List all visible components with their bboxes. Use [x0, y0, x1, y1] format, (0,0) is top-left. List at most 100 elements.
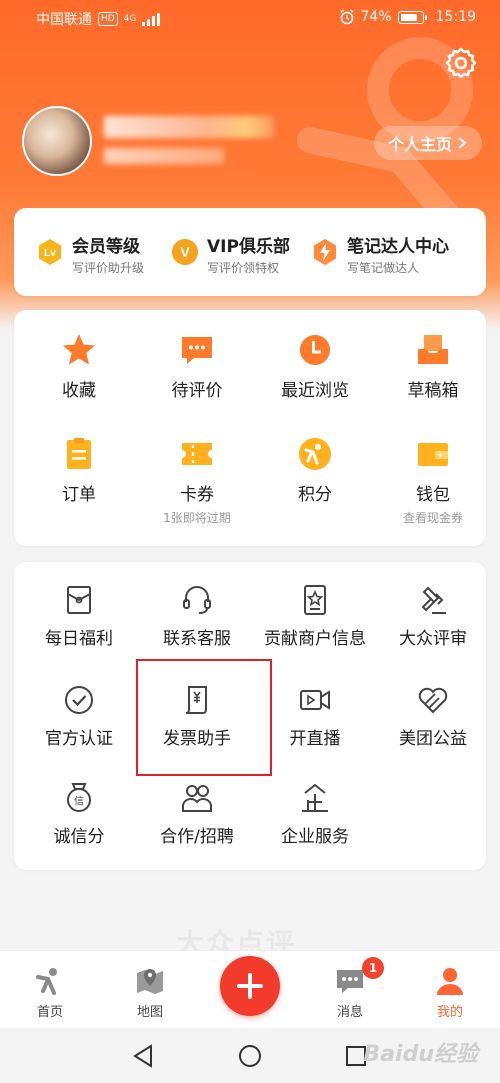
recent-browse-entry[interactable]: 最近浏览 — [256, 332, 374, 401]
charity-heart-icon — [418, 687, 448, 714]
tab-map[interactable]: 地图 — [110, 965, 190, 1020]
member-level-entry[interactable]: Lv 会员等级 写评价助升级 — [36, 230, 181, 276]
official-certification-entry[interactable]: 官方认证 — [20, 682, 138, 749]
contribute-merchant-entry[interactable]: 贡献商户信息 — [256, 582, 374, 649]
entry-label: 开直播 — [289, 729, 341, 749]
member-sub: 写评价领特权 — [207, 261, 280, 275]
customer-service-entry[interactable]: 联系客服 — [138, 582, 256, 649]
home-circle-icon[interactable] — [238, 1044, 262, 1068]
gavel-icon — [421, 586, 446, 614]
entry-label: 企业服务 — [281, 827, 349, 847]
go-live-entry[interactable]: 开直播 — [256, 682, 374, 749]
entry-label: 积分 — [298, 485, 332, 505]
favorites-entry[interactable]: 收藏 — [20, 332, 138, 401]
membership-card: Lv 会员等级 写评价助升级 V VIP俱乐部 写评价领特权 笔记达人中心 写笔… — [14, 208, 486, 296]
personal-homepage-label: 个人主页 — [387, 135, 452, 154]
meituan-charity-entry[interactable]: 美团公益 — [374, 682, 492, 749]
signal-icon — [142, 12, 161, 26]
pending-review-entry[interactable]: 待评价 — [138, 332, 256, 401]
people-icon — [182, 785, 212, 812]
battery-icon — [397, 10, 427, 24]
coupon-expiry-note: 1张即将过期 — [163, 511, 231, 525]
draft-box-entry[interactable]: 草稿箱 — [374, 332, 492, 401]
user-info-blurred — [104, 148, 224, 164]
credit-score-entry[interactable]: 信 诚信分 — [20, 780, 138, 847]
entry-label: 收藏 — [62, 381, 96, 401]
tab-label: 我的 — [436, 1005, 463, 1020]
avatar[interactable] — [22, 106, 92, 176]
entry-label: 最近浏览 — [281, 381, 349, 401]
profile-row: 个人主页 — [22, 106, 482, 178]
personal-homepage-button[interactable]: 个人主页 — [374, 126, 482, 160]
network-label: 4G — [123, 14, 137, 24]
entry-label: 美团公益 — [399, 729, 467, 749]
public-review-entry[interactable]: 大众评审 — [374, 582, 492, 649]
entry-label: 大众评审 — [399, 629, 467, 649]
lightning-badge-icon — [314, 239, 336, 265]
coupon-icon — [182, 443, 212, 465]
settings-gear-icon[interactable] — [444, 46, 478, 80]
enterprise-service-entry[interactable]: 企业服务 — [256, 780, 374, 847]
vip-badge-icon: V — [172, 239, 198, 265]
username-blurred — [104, 116, 274, 138]
chevron-right-icon — [458, 137, 467, 149]
star-card-icon — [304, 585, 326, 615]
points-icon — [299, 438, 331, 470]
publish-plus-button[interactable] — [220, 956, 280, 1016]
my-assets-card: 收藏 待评价 最近浏览 草稿箱 订单 卡券 1张即将过期 积分 钱包 查看现金券 — [14, 310, 486, 546]
profile-icon — [437, 968, 463, 995]
enterprise-icon — [302, 783, 328, 812]
credit-medal-icon: 信 — [67, 783, 91, 812]
orders-entry[interactable]: 订单 — [20, 436, 138, 505]
entry-label: 贡献商户信息 — [264, 629, 366, 649]
draft-box-icon — [418, 335, 448, 364]
member-title: 笔记达人中心 — [347, 237, 449, 257]
tab-label: 消息 — [336, 1005, 363, 1020]
entry-label: 草稿箱 — [407, 381, 459, 401]
entry-label: 联系客服 — [163, 629, 231, 649]
hd-badge: HD — [98, 12, 118, 26]
tab-label: 首页 — [36, 1005, 63, 1020]
tab-label: 地图 — [136, 1005, 163, 1020]
gift-envelope-icon — [67, 586, 91, 614]
entry-label: 合作/招聘 — [160, 827, 234, 847]
lv-badge-icon: Lv — [39, 239, 61, 265]
entry-label: 每日福利 — [45, 629, 113, 649]
entry-label: 订单 — [62, 485, 96, 505]
entry-label: 诚信分 — [53, 827, 105, 847]
live-video-icon — [300, 690, 330, 710]
svg-text:Lv: Lv — [44, 248, 56, 259]
plus-icon — [237, 973, 263, 999]
wallet-icon — [418, 443, 448, 466]
map-pin-icon — [137, 969, 163, 994]
status-bar: 中国联通 HD 4G 74% 15:19 — [0, 0, 500, 34]
member-title: 会员等级 — [72, 237, 140, 257]
battery-percent: 74% — [360, 9, 392, 25]
message-count-badge: 1 — [362, 957, 384, 979]
coupons-entry[interactable]: 卡券 1张即将过期 — [138, 436, 256, 526]
back-triangle-icon[interactable] — [132, 1044, 154, 1068]
clock-icon — [300, 335, 330, 365]
cooperation-recruitment-entry[interactable]: 合作/招聘 — [138, 780, 256, 847]
entry-label: 钱包 — [416, 485, 450, 505]
vip-club-entry[interactable]: V VIP俱乐部 写评价领特权 — [171, 230, 321, 276]
daily-welfare-entry[interactable]: 每日福利 — [20, 582, 138, 649]
entry-label: 待评价 — [171, 381, 223, 401]
order-icon — [67, 438, 91, 469]
carrier-label: 中国联通 — [36, 12, 92, 28]
tab-home[interactable]: 首页 — [10, 965, 90, 1020]
wallet-note: 查看现金券 — [402, 511, 463, 525]
clock-time: 15:19 — [435, 9, 476, 25]
baidu-watermark: Baidu经验 — [363, 1042, 478, 1067]
svg-text:V: V — [180, 244, 190, 260]
note-expert-entry[interactable]: 笔记达人中心 写笔记做达人 — [311, 230, 481, 276]
tab-mine[interactable]: 我的 — [410, 965, 490, 1020]
member-sub: 写笔记做达人 — [347, 261, 420, 275]
alarm-icon — [340, 9, 354, 25]
entry-label: 官方认证 — [45, 729, 113, 749]
points-entry[interactable]: 积分 — [256, 436, 374, 505]
home-person-icon — [36, 968, 57, 995]
svg-text:信: 信 — [74, 796, 84, 808]
comment-icon — [182, 337, 212, 364]
wallet-entry[interactable]: 钱包 查看现金券 — [374, 436, 492, 526]
